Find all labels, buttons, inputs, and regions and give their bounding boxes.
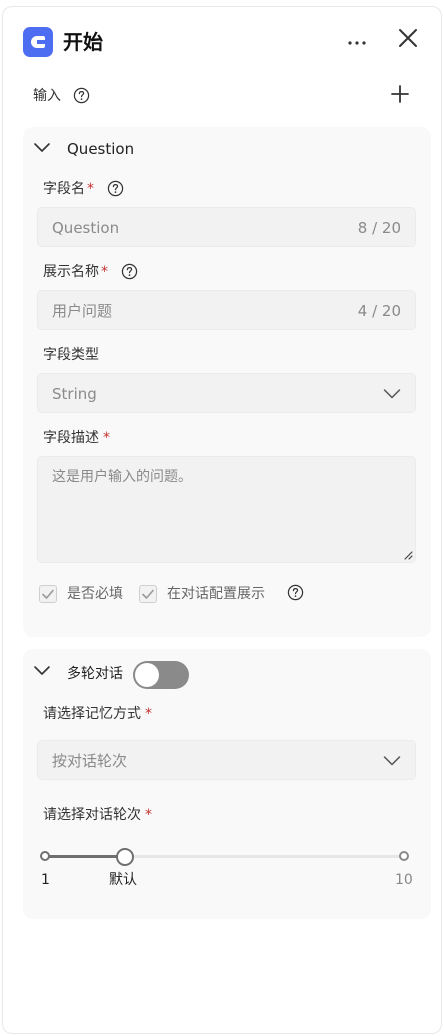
- required-checkbox[interactable]: [39, 585, 57, 603]
- display-name-label: 展示名称 *: [43, 264, 108, 280]
- display-name-input[interactable]: 用户问题 4 / 20: [37, 290, 416, 330]
- field-name-counter: 8 / 20: [357, 219, 401, 237]
- multi-turn-toggle[interactable]: [133, 661, 189, 689]
- inputs-row: 输入: [3, 81, 443, 111]
- required-mark: *: [145, 706, 152, 722]
- field-desc-label: 字段描述 *: [43, 430, 110, 446]
- multi-turn-card: 多轮对话 请选择记忆方式 * 按对话轮次 请选择对话轮次 * 1 默认 10: [23, 649, 431, 919]
- display-name-counter: 4 / 20: [357, 302, 401, 320]
- question-input-card: Question 字段名 * Question 8 / 20 展示名称 * 用户问题…: [23, 127, 431, 637]
- field-type-value: String: [52, 385, 97, 403]
- start-node-logo-icon: [23, 27, 53, 57]
- field-name-input[interactable]: Question 8 / 20: [37, 207, 416, 247]
- collapse-chevron-down-icon[interactable]: [33, 139, 51, 157]
- check-icon: [142, 589, 154, 599]
- slider-max-dot: [399, 851, 409, 861]
- memory-mode-value: 按对话轮次: [52, 752, 128, 770]
- show-in-dialog-checkbox[interactable]: [139, 585, 157, 603]
- show-in-dialog-help-icon[interactable]: [287, 584, 304, 601]
- required-checkbox-label: 是否必填: [67, 586, 123, 602]
- chevron-down-icon: [383, 756, 401, 766]
- question-help-icon[interactable]: [73, 87, 90, 104]
- turns-label: 请选择对话轮次 *: [43, 807, 152, 823]
- slider-min-dot: [40, 851, 50, 861]
- show-in-dialog-checkbox-label: 在对话配置展示: [167, 586, 265, 602]
- close-icon[interactable]: [395, 25, 421, 51]
- memory-mode-label: 请选择记忆方式 *: [43, 706, 152, 722]
- required-mark: *: [145, 807, 152, 823]
- required-mark: *: [103, 430, 110, 446]
- slider-min-label: 1: [41, 872, 50, 888]
- more-icon[interactable]: [345, 31, 369, 55]
- panel-header: 开始: [3, 7, 443, 71]
- field-name-label: 字段名 *: [43, 181, 94, 197]
- turns-slider-fill: [45, 855, 125, 858]
- field-type-label: 字段类型: [43, 347, 99, 363]
- question-section-title: Question: [67, 140, 135, 158]
- display-name-value: 用户问题: [52, 302, 113, 320]
- field-desc-value: 这是用户输入的问题。: [52, 469, 192, 485]
- memory-mode-select[interactable]: 按对话轮次: [37, 740, 416, 780]
- required-mark: *: [101, 264, 108, 280]
- field-type-select[interactable]: String: [37, 373, 416, 413]
- panel-title: 开始: [63, 30, 103, 54]
- toggle-knob: [135, 663, 159, 687]
- chevron-down-icon: [383, 389, 401, 399]
- slider-max-label: 10: [395, 872, 413, 888]
- display-name-help-icon[interactable]: [121, 263, 138, 280]
- start-node-panel: 开始 输入 Question 字段名 * Question 8 / 20 展示名…: [2, 6, 442, 1034]
- multi-turn-title: 多轮对话: [67, 666, 123, 682]
- field-desc-textarea[interactable]: 这是用户输入的问题。: [37, 456, 416, 563]
- field-name-value: Question: [52, 219, 120, 237]
- check-icon: [42, 589, 54, 599]
- required-mark: *: [87, 181, 94, 197]
- collapse-chevron-down-icon[interactable]: [33, 662, 51, 680]
- slider-default-label: 默认: [109, 872, 137, 888]
- add-input-plus-icon[interactable]: [389, 83, 411, 105]
- turns-slider-handle[interactable]: [116, 848, 134, 866]
- inputs-label: 输入: [33, 88, 61, 104]
- resize-handle-icon[interactable]: [403, 550, 413, 560]
- field-name-help-icon[interactable]: [107, 180, 124, 197]
